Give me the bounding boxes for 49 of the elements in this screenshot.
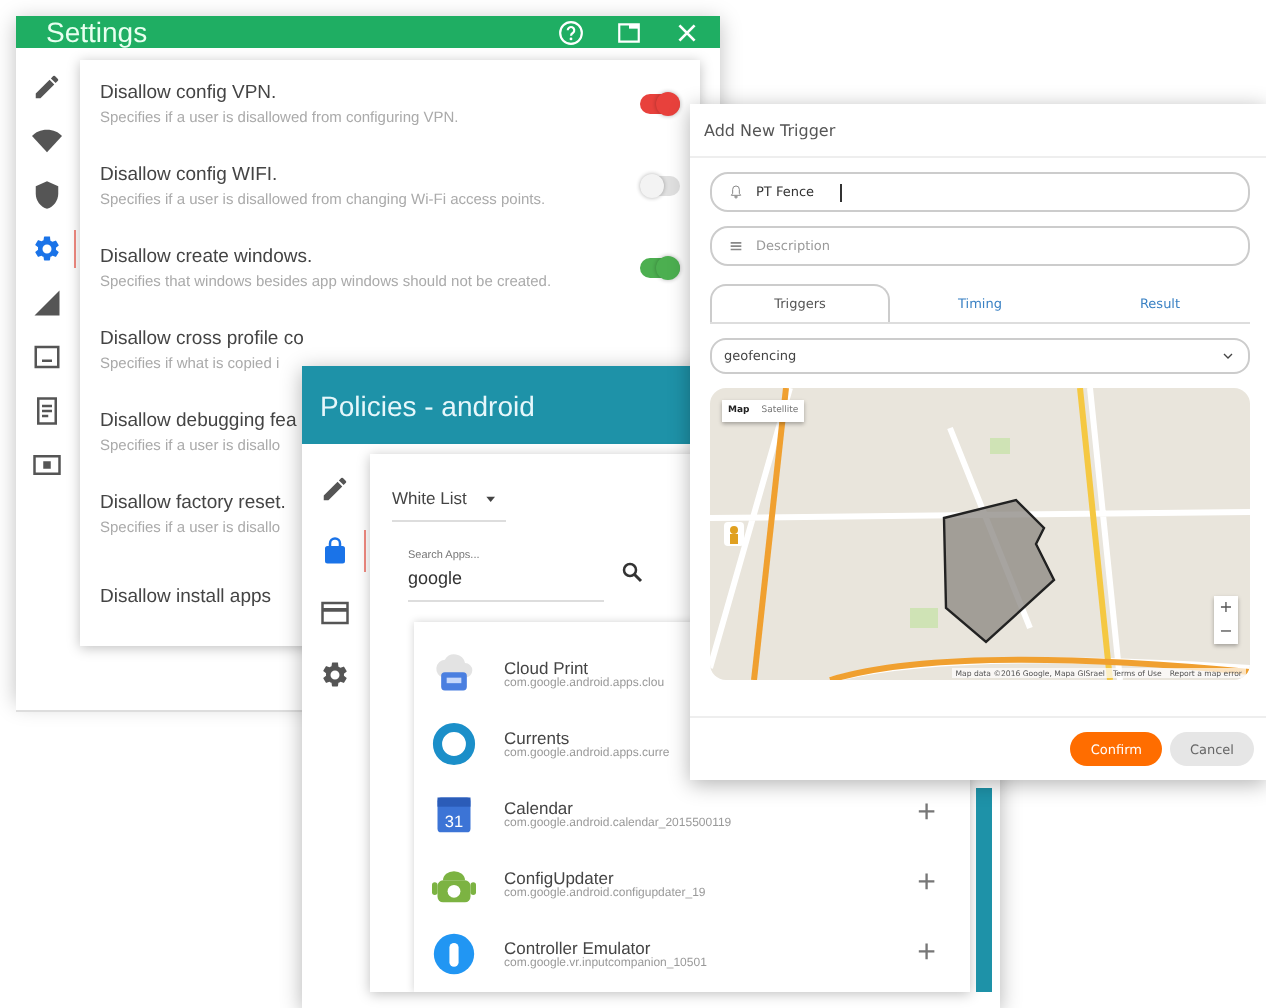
setting-title: Disallow install apps <box>100 585 272 607</box>
window-title: Settings <box>46 16 150 48</box>
toggle-switch[interactable] <box>640 94 680 114</box>
sidebar-item-card-icon[interactable] <box>320 598 350 628</box>
list-type-dropdown[interactable]: White List <box>392 478 506 522</box>
zoom-in-button[interactable]: + <box>1214 596 1238 620</box>
add-button[interactable]: + <box>917 797 936 829</box>
app-name: Currents <box>504 727 570 747</box>
lines-icon <box>728 238 744 254</box>
sidebar-item-pencil-icon[interactable] <box>32 72 62 102</box>
dropdown-value: White List <box>392 488 467 508</box>
search-input[interactable]: google <box>408 568 588 588</box>
sidebar-item-pencil-icon[interactable] <box>320 474 350 504</box>
sidebar-item-settings-icon[interactable] <box>32 234 62 264</box>
setting-title: Disallow config VPN. <box>100 82 277 104</box>
close-icon[interactable] <box>674 19 700 45</box>
setting-title: Disallow cross profile co <box>100 328 304 350</box>
sidebar-item-document-icon[interactable] <box>32 396 62 426</box>
bell-icon <box>728 184 744 200</box>
zoom-out-button[interactable]: − <box>1214 620 1238 644</box>
toggle-switch[interactable] <box>640 258 680 278</box>
app-name: ConfigUpdater <box>504 867 614 887</box>
sidebar-item-wifi-icon[interactable] <box>32 126 62 156</box>
setting-title: Disallow factory reset. <box>100 492 286 514</box>
chevron-icon <box>1220 348 1236 364</box>
setting-title: Disallow create windows. <box>100 246 313 268</box>
sidebar-item-frame-icon[interactable] <box>32 342 62 372</box>
app-name: Controller Emulator <box>504 937 651 957</box>
window-title: Policies - android <box>320 389 535 421</box>
sidebar-item-settings-icon[interactable] <box>320 660 350 690</box>
window-icon[interactable] <box>616 19 642 45</box>
sidebar-item-signal-icon[interactable] <box>32 288 62 318</box>
ring-icon <box>432 721 476 765</box>
help-icon[interactable] <box>558 19 584 45</box>
sidebar-item-shield-icon[interactable] <box>32 180 62 210</box>
setting-title: Disallow debugging fea <box>100 410 297 432</box>
dialog-title: Add New Trigger <box>704 121 836 139</box>
add-button[interactable]: + <box>917 937 936 969</box>
toggle-switch[interactable] <box>640 176 680 196</box>
add-button[interactable]: + <box>917 867 936 899</box>
search-icon[interactable] <box>620 560 644 584</box>
sidebar-item-screen-icon[interactable] <box>32 450 62 480</box>
app-name: Calendar <box>504 797 573 817</box>
app-name: Cloud Print <box>504 657 589 677</box>
sidebar-item-lock-icon[interactable] <box>320 536 350 566</box>
remote-control-icon <box>432 931 476 975</box>
scrollbar[interactable] <box>976 788 992 992</box>
setting-title: Disallow config WIFI. <box>100 164 278 186</box>
cloud-printer-icon <box>432 651 476 695</box>
